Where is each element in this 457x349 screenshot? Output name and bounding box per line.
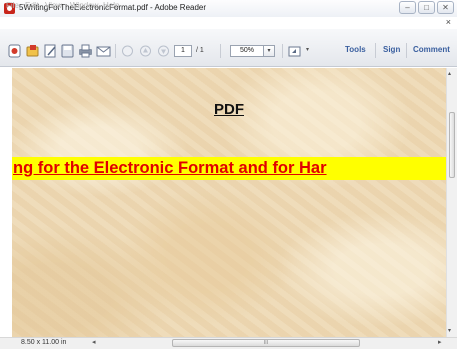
create-pdf-icon[interactable] (7, 44, 22, 58)
next-page-icon[interactable] (156, 44, 171, 58)
menu-file[interactable]: File (6, 1, 19, 10)
horizontal-scroll-thumb[interactable]: III (172, 339, 360, 347)
zoom-dropdown-arrow[interactable]: ▾ (263, 45, 275, 57)
close-document-icon[interactable]: × (446, 17, 451, 27)
page-size-label: 8.50 x 11.00 in (21, 339, 67, 346)
document-heading: PDF (214, 101, 244, 118)
save-icon[interactable] (60, 44, 75, 58)
open-icon[interactable] (25, 44, 40, 58)
toolbar-divider (115, 44, 116, 58)
email-icon[interactable] (96, 44, 111, 58)
menu-view[interactable]: View (45, 1, 62, 10)
close-button[interactable]: ✕ (437, 1, 454, 14)
scroll-left-icon[interactable]: ◂ (92, 338, 96, 346)
sign-button[interactable]: Sign (383, 45, 400, 54)
scroll-down-icon[interactable]: ▾ (448, 327, 451, 334)
vertical-scrollbar[interactable] (446, 68, 457, 337)
toolbar-divider (220, 44, 221, 58)
menu-edit[interactable]: Edit (25, 1, 39, 10)
zoom-input[interactable]: 50% (230, 45, 264, 57)
minimize-button[interactable]: – (399, 1, 416, 14)
menu-bar (0, 17, 457, 29)
page-number-input[interactable]: 1 (174, 45, 192, 57)
comment-button[interactable]: Comment (413, 45, 450, 54)
menu-window[interactable]: Window (70, 1, 98, 10)
maximize-button[interactable]: □ (418, 1, 435, 14)
document-banner: ng for the Electronic Format and for Har (12, 157, 446, 180)
read-mode-dropdown-icon[interactable]: ▾ (306, 46, 309, 53)
edit-icon[interactable] (43, 44, 58, 58)
prev-page-icon[interactable] (138, 44, 153, 58)
toolbar-divider (282, 44, 283, 58)
vertical-scroll-thumb[interactable] (449, 112, 455, 178)
toolbar-divider (375, 43, 376, 58)
window-controls: – □ ✕ (399, 1, 454, 14)
menu-help[interactable]: Help (103, 1, 119, 10)
read-mode-icon[interactable] (287, 44, 302, 58)
scroll-up-icon[interactable]: ▴ (448, 70, 451, 77)
document-gutter (0, 68, 12, 337)
select-icon[interactable] (120, 44, 135, 58)
page-total: / 1 (196, 47, 204, 54)
print-icon[interactable] (78, 44, 93, 58)
toolbar-divider (406, 43, 407, 58)
scroll-right-icon[interactable]: ▸ (438, 338, 442, 346)
banner-text: ng for the Electronic Format and for Har (13, 159, 327, 177)
tools-button[interactable]: Tools (345, 45, 366, 54)
